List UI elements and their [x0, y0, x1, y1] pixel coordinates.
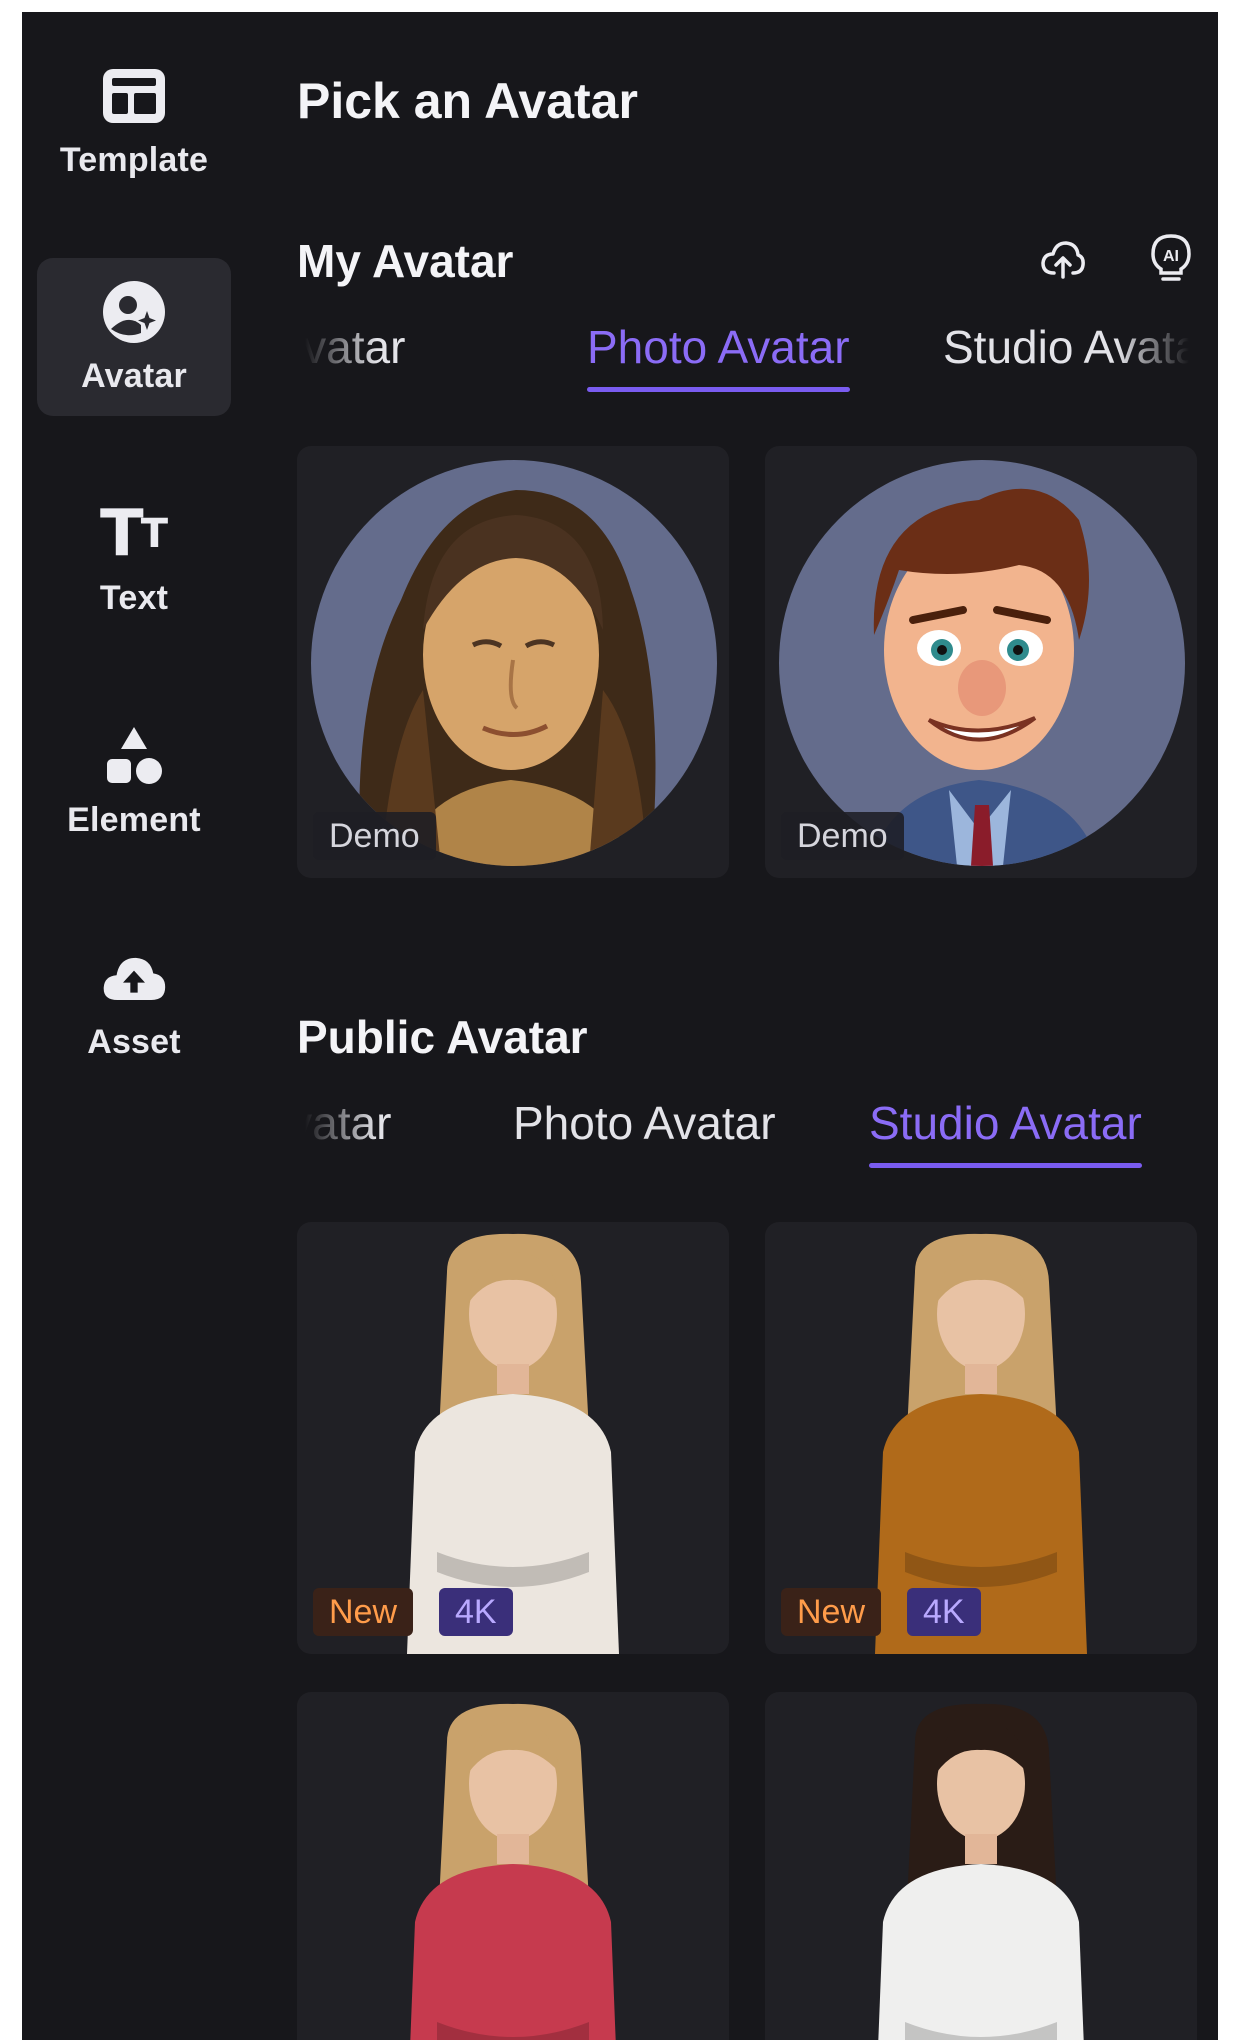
upload-cloud-icon[interactable]	[1037, 234, 1089, 286]
avatar-card-studio[interactable]	[765, 1692, 1197, 2040]
sidebar-item-label: Asset	[87, 1022, 181, 1061]
avatar-card-studio[interactable]: New 4K	[297, 1222, 729, 1654]
4k-badge: 4K	[907, 1588, 981, 1636]
sidebar-item-avatar[interactable]: Avatar	[37, 258, 231, 416]
tab-studio-avatar[interactable]: Studio Avatar	[869, 1096, 1142, 1168]
avatar-icon	[101, 279, 167, 345]
demo-badge: Demo	[313, 812, 436, 860]
sidebar-item-asset[interactable]: Asset	[37, 924, 231, 1082]
app-window: Template Avatar TT Text Element Asset Pi…	[22, 12, 1218, 2040]
asset-icon	[101, 945, 167, 1011]
new-badge: New	[781, 1588, 882, 1636]
sidebar-item-template[interactable]: Template	[37, 42, 231, 200]
sidebar-item-label: Element	[67, 800, 201, 839]
avatar-card-studio[interactable]	[297, 1692, 729, 2040]
template-icon	[101, 63, 167, 129]
avatar-thumbnail	[779, 460, 1185, 866]
sidebar-item-label: Template	[59, 140, 209, 179]
sidebar-item-label: Avatar	[81, 356, 187, 395]
sidebar-item-element[interactable]: Element	[37, 702, 231, 860]
page-title: Pick an Avatar	[297, 73, 638, 129]
avatar-thumbnail	[311, 460, 717, 866]
tab-instant-avatar[interactable]: Instant Avatar	[297, 1096, 391, 1168]
sidebar: Template Avatar TT Text Element Asset	[22, 12, 267, 2040]
sidebar-item-text[interactable]: TT Text	[37, 480, 231, 638]
svg-text:AI: AI	[1163, 248, 1179, 265]
public-avatar-heading: Public Avatar	[297, 1011, 588, 1063]
my-avatar-tabs: Instant Avatar Photo Avatar Studio Avata…	[297, 312, 1197, 412]
new-badge: New	[313, 1588, 414, 1636]
avatar-thumbnail	[878, 1703, 1084, 2040]
demo-badge: Demo	[781, 812, 904, 860]
ai-bulb-icon[interactable]: AI	[1145, 232, 1197, 284]
tab-photo-avatar[interactable]: Photo Avatar	[513, 1096, 776, 1168]
my-avatar-heading: My Avatar	[297, 235, 514, 287]
avatar-card-portrait[interactable]: Demo	[297, 446, 729, 878]
avatar-thumbnail	[410, 1703, 616, 2040]
avatar-panel: Pick an Avatar My Avatar AI Instant Avat…	[297, 12, 1197, 2040]
tab-instant-avatar[interactable]: Instant Avatar	[297, 320, 405, 392]
public-avatar-tabs: Instant Avatar Photo Avatar Studio Avata…	[297, 1088, 1197, 1188]
tab-studio-avatar[interactable]: Studio Avatar	[943, 320, 1197, 392]
avatar-card-cartoon[interactable]: Demo	[765, 446, 1197, 878]
text-icon: TT	[100, 496, 168, 571]
tab-photo-avatar[interactable]: Photo Avatar	[587, 320, 850, 392]
4k-badge: 4K	[439, 1588, 513, 1636]
avatar-card-studio[interactable]: New 4K	[765, 1222, 1197, 1654]
sidebar-item-label: Text	[99, 578, 169, 617]
element-icon	[101, 723, 167, 789]
